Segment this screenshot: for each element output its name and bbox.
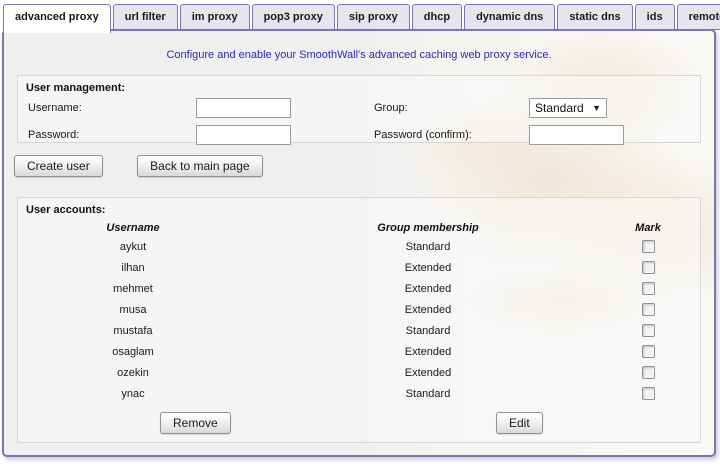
tab-label: static dns: [569, 11, 620, 23]
mark-checkbox[interactable]: [642, 282, 655, 295]
accounts-table-header: Username Group membership Mark: [18, 222, 700, 236]
edit-button[interactable]: Edit: [496, 412, 543, 434]
account-group: Standard: [248, 325, 608, 337]
account-group: Standard: [248, 388, 608, 400]
create-user-button[interactable]: Create user: [14, 155, 103, 177]
mark-checkbox[interactable]: [642, 261, 655, 274]
tab-bar: advanced proxy url filter im proxy pop3 …: [3, 4, 720, 33]
group-label: Group:: [374, 102, 529, 114]
mark-checkbox[interactable]: [642, 303, 655, 316]
header-group: Group membership: [248, 222, 608, 236]
group-select-value: Standard: [535, 101, 584, 115]
account-group: Standard: [248, 241, 608, 253]
accounts-actions: Remove Edit: [18, 412, 700, 442]
account-group: Extended: [248, 262, 608, 274]
back-to-main-button[interactable]: Back to main page: [137, 155, 262, 177]
username-input[interactable]: [196, 98, 291, 118]
account-username: mustafa: [18, 325, 248, 337]
tab-dhcp[interactable]: dhcp: [412, 4, 462, 30]
accounts-rows: aykut Standard ilhan Extended mehmet Ext…: [18, 236, 700, 404]
account-username: musa: [18, 304, 248, 316]
header-username: Username: [18, 222, 248, 236]
user-management-title: User management:: [18, 76, 700, 98]
tab-static-dns[interactable]: static dns: [557, 4, 632, 30]
tab-sip-proxy[interactable]: sip proxy: [337, 4, 410, 30]
account-group: Extended: [248, 367, 608, 379]
tab-pop3-proxy[interactable]: pop3 proxy: [252, 4, 335, 30]
mark-checkbox[interactable]: [642, 366, 655, 379]
mark-checkbox[interactable]: [642, 240, 655, 253]
form-actions: Create user Back to main page: [14, 155, 263, 177]
page-subtitle: Configure and enable your SmoothWall's a…: [4, 49, 714, 61]
account-username: ynac: [18, 388, 248, 400]
remove-button[interactable]: Remove: [160, 412, 231, 434]
accounts-table: Username Group membership Mark aykut Sta…: [18, 222, 700, 404]
content-panel: Configure and enable your SmoothWall's a…: [2, 29, 716, 457]
dropdown-arrow-icon: ▼: [592, 104, 601, 113]
table-row: ozekin Extended: [18, 362, 700, 383]
group-select[interactable]: Standard ▼: [529, 98, 607, 118]
table-row: aykut Standard: [18, 236, 700, 257]
user-accounts-title: User accounts:: [18, 198, 700, 220]
tab-label: dynamic dns: [476, 11, 543, 23]
tab-label: advanced proxy: [15, 11, 99, 23]
account-username: aykut: [18, 241, 248, 253]
table-row: mehmet Extended: [18, 278, 700, 299]
password-confirm-label: Password (confirm):: [374, 129, 529, 141]
tab-label: dhcp: [424, 11, 450, 23]
user-management-form: Username: Group: Standard ▼ Password: Pa…: [18, 98, 700, 145]
tab-advanced-proxy[interactable]: advanced proxy: [3, 4, 111, 33]
account-username: ozekin: [18, 367, 248, 379]
table-row: mustafa Standard: [18, 320, 700, 341]
header-mark: Mark: [608, 222, 688, 236]
user-accounts-section: User accounts: Username Group membership…: [17, 197, 701, 443]
tab-label: pop3 proxy: [264, 11, 323, 23]
password-label: Password:: [28, 129, 196, 141]
table-row: ilhan Extended: [18, 257, 700, 278]
table-row: osaglam Extended: [18, 341, 700, 362]
tab-label: sip proxy: [349, 11, 398, 23]
account-group: Extended: [248, 283, 608, 295]
tab-label: remote access: [689, 11, 720, 23]
tab-remote-access[interactable]: remote access: [677, 4, 720, 30]
tab-label: im proxy: [192, 11, 238, 23]
password-input[interactable]: [196, 125, 291, 145]
mark-checkbox[interactable]: [642, 345, 655, 358]
username-label: Username:: [28, 102, 196, 114]
mark-checkbox[interactable]: [642, 387, 655, 400]
tab-label: url filter: [125, 11, 166, 23]
tab-dynamic-dns[interactable]: dynamic dns: [464, 4, 555, 30]
mark-checkbox[interactable]: [642, 324, 655, 337]
account-username: ilhan: [18, 262, 248, 274]
account-group: Extended: [248, 346, 608, 358]
tab-ids[interactable]: ids: [635, 4, 675, 30]
account-username: mehmet: [18, 283, 248, 295]
account-username: osaglam: [18, 346, 248, 358]
tab-im-proxy[interactable]: im proxy: [180, 4, 250, 30]
table-row: musa Extended: [18, 299, 700, 320]
account-group: Extended: [248, 304, 608, 316]
password-confirm-input[interactable]: [529, 125, 624, 145]
user-management-section: User management: Username: Group: Standa…: [17, 75, 701, 143]
table-row: ynac Standard: [18, 383, 700, 404]
tab-label: ids: [647, 11, 663, 23]
tab-url-filter[interactable]: url filter: [113, 4, 178, 30]
